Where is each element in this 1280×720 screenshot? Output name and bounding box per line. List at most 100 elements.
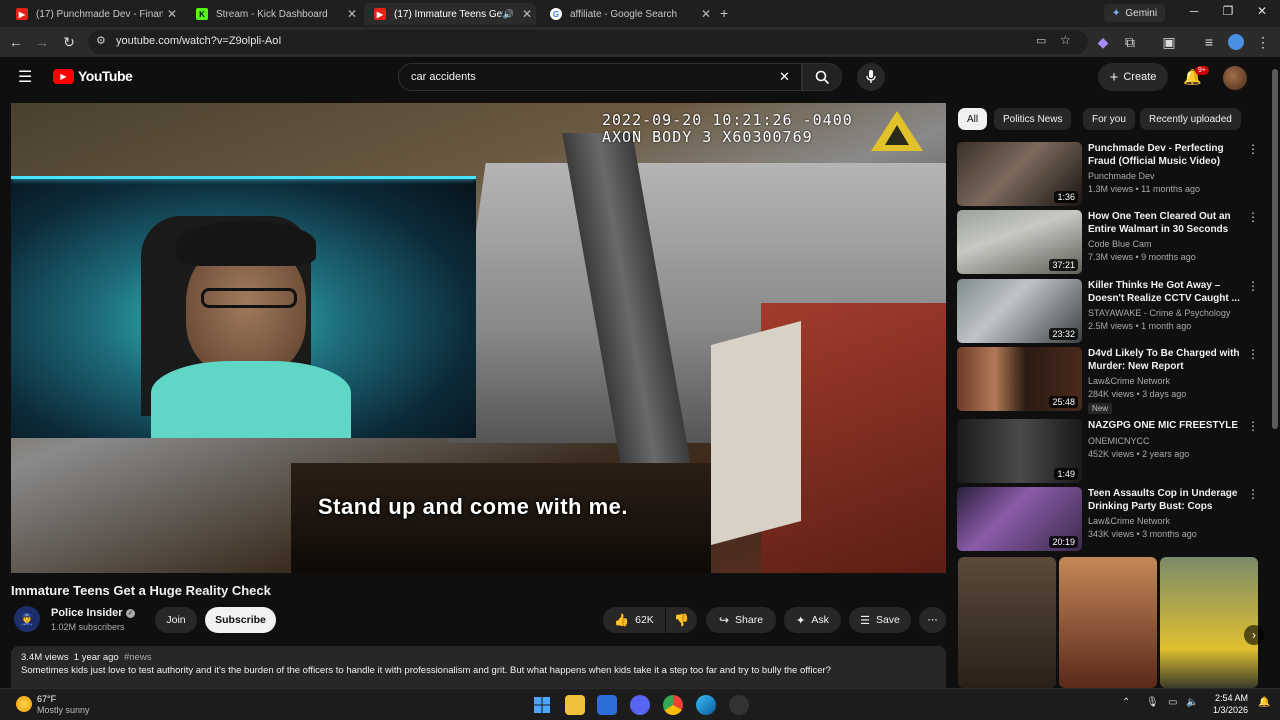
more-actions-button[interactable]: ⋯ [919, 607, 946, 633]
recommended-channel[interactable]: STAYAWAKE - Crime & Psychology [1088, 308, 1230, 318]
join-button[interactable]: Join [155, 607, 197, 633]
edge-icon[interactable] [696, 695, 716, 715]
browser-tab-punchmade[interactable]: ▶ (17) Punchmade Dev - Financia ✕ [6, 3, 181, 25]
extension-icon[interactable]: ◆ [1094, 33, 1112, 51]
windows-start-icon[interactable] [532, 695, 552, 715]
chip-recently-uploaded[interactable]: Recently uploaded [1140, 108, 1241, 130]
shorts-thumbnail[interactable] [958, 557, 1056, 688]
shorts-thumbnail[interactable] [1059, 557, 1157, 688]
save-button[interactable]: ☰ Save [849, 607, 911, 633]
browser-tab-google[interactable]: G affiliate - Google Search ✕ [540, 3, 715, 25]
audio-playing-icon[interactable]: 🔊 [503, 9, 514, 20]
recommended-video[interactable]: 23:32 Killer Thinks He Got Away – Doesn'… [957, 279, 1263, 343]
hashtag-link[interactable]: #news [124, 652, 151, 663]
share-button[interactable]: ↪ Share [706, 607, 776, 633]
voice-search-button[interactable] [857, 63, 885, 91]
notification-center-icon[interactable]: 🔔 [1258, 697, 1270, 708]
new-tab-icon[interactable]: + [720, 5, 728, 21]
close-tab-icon[interactable]: ✕ [697, 7, 715, 21]
minimize-icon[interactable]: ─ [1180, 4, 1208, 22]
create-button[interactable]: + Create [1098, 63, 1168, 91]
maximize-icon[interactable]: ❐ [1214, 4, 1242, 22]
extensions-puzzle-icon[interactable]: ⧉ [1121, 33, 1139, 51]
youtube-logo[interactable]: ▶ YouTube [53, 68, 133, 84]
search-input[interactable]: car accidents ✕ [398, 63, 802, 91]
subscribe-button[interactable]: Subscribe [205, 607, 276, 633]
profile-avatar-icon[interactable] [1228, 34, 1244, 50]
forward-icon[interactable]: → [33, 33, 51, 51]
more-vertical-icon[interactable]: ⋮ [1247, 279, 1259, 293]
video-thumbnail[interactable]: 1:36 [957, 142, 1082, 206]
microphone-tray-icon[interactable]: 🎙 [1146, 697, 1159, 708]
app-icon[interactable] [729, 695, 749, 715]
volume-icon[interactable]: 🔈 [1186, 697, 1198, 708]
cast-icon[interactable]: ▭ [1036, 34, 1046, 47]
recommended-title[interactable]: Punchmade Dev - Perfecting Fraud (Offici… [1088, 142, 1248, 168]
recommended-channel[interactable]: Law&Crime Network [1088, 516, 1170, 526]
recommended-title[interactable]: Killer Thinks He Got Away – Doesn't Real… [1088, 279, 1248, 305]
like-button[interactable]: 👍 62K [603, 607, 665, 633]
recommended-title[interactable]: Teen Assaults Cop in Underage Drinking P… [1088, 487, 1248, 513]
recommended-video[interactable]: 25:48 D4vd Likely To Be Charged with Mur… [957, 347, 1263, 414]
chevron-right-icon[interactable]: › [1244, 625, 1264, 645]
reload-icon[interactable]: ↻ [60, 33, 78, 51]
more-vertical-icon[interactable]: ⋮ [1247, 347, 1259, 361]
browser-tab-current[interactable]: ▶ (17) Immature Teens Get a H 🔊 ✕ [364, 3, 536, 25]
chip-for-you[interactable]: For you [1083, 108, 1135, 130]
ask-button[interactable]: ✦ Ask [784, 607, 841, 633]
media-control-icon[interactable]: ≡ [1200, 33, 1218, 51]
discord-icon[interactable] [630, 695, 650, 715]
dislike-button[interactable]: 👎 [666, 607, 697, 633]
video-thumbnail[interactable]: 37:21 [957, 210, 1082, 274]
bookmark-star-icon[interactable]: ☆ [1060, 33, 1071, 47]
clear-search-icon[interactable]: ✕ [779, 69, 790, 85]
shorts-thumbnail[interactable] [1160, 557, 1258, 688]
search-button[interactable] [802, 63, 842, 91]
browser-menu-icon[interactable]: ⋮ [1254, 33, 1272, 51]
scrollbar-thumb[interactable] [1272, 69, 1278, 429]
file-explorer-icon[interactable] [565, 695, 585, 715]
video-thumbnail[interactable]: 23:32 [957, 279, 1082, 343]
chip-politics-news[interactable]: Politics News [994, 108, 1072, 130]
back-icon[interactable]: ← [7, 33, 25, 51]
clock-time[interactable]: 2:54 AM [1212, 693, 1248, 703]
weather-sun-icon[interactable] [16, 696, 32, 712]
more-vertical-icon[interactable]: ⋮ [1247, 210, 1259, 224]
recommended-channel[interactable]: Law&Crime Network [1088, 376, 1170, 386]
clock-date[interactable]: 1/3/2026 [1206, 705, 1248, 715]
tray-expand-icon[interactable]: ⌃ [1122, 697, 1130, 708]
recommended-video[interactable]: 1:36 Punchmade Dev - Perfecting Fraud (O… [957, 142, 1263, 206]
recommended-channel[interactable]: ONEMICNYCC [1088, 436, 1150, 446]
more-vertical-icon[interactable]: ⋮ [1247, 142, 1259, 156]
recommended-title[interactable]: NAZGPG ONE MIC FREESTYLE [1088, 419, 1248, 432]
video-thumbnail[interactable]: 25:48 [957, 347, 1082, 411]
description-box[interactable]: 3.4M views 1 year ago #news Sometimes ki… [11, 646, 946, 688]
more-vertical-icon[interactable]: ⋮ [1247, 419, 1259, 433]
gemini-button[interactable]: ✦ Gemini [1104, 4, 1166, 22]
channel-name[interactable]: Police Insider [51, 607, 123, 619]
close-tab-icon[interactable]: ✕ [518, 7, 536, 21]
close-tab-icon[interactable]: ✕ [163, 7, 181, 21]
sidebar-toggle-icon[interactable]: ▣ [1160, 33, 1178, 51]
close-tab-icon[interactable]: ✕ [343, 7, 361, 21]
recommended-channel[interactable]: Code Blue Cam [1088, 239, 1152, 249]
recommended-video[interactable]: 1:49 NAZGPG ONE MIC FREESTYLE ONEMICNYCC… [957, 419, 1263, 483]
page-scrollbar[interactable] [1270, 57, 1280, 688]
account-avatar[interactable] [1223, 66, 1247, 90]
recommended-title[interactable]: How One Teen Cleared Out an Entire Walma… [1088, 210, 1248, 236]
recommended-title[interactable]: D4vd Likely To Be Charged with Murder: N… [1088, 347, 1248, 373]
video-thumbnail[interactable]: 20:19 [957, 487, 1082, 551]
recommended-video[interactable]: 20:19 Teen Assaults Cop in Underage Drin… [957, 487, 1263, 551]
browser-tab-kick[interactable]: K Stream - Kick Dashboard ✕ [186, 3, 361, 25]
recommended-channel[interactable]: Punchmade Dev [1088, 171, 1155, 181]
channel-avatar[interactable]: 👮 [14, 606, 40, 632]
more-vertical-icon[interactable]: ⋮ [1247, 487, 1259, 501]
close-window-icon[interactable]: ✕ [1248, 4, 1276, 22]
video-thumbnail[interactable]: 1:49 [957, 419, 1082, 483]
recommended-video[interactable]: 37:21 How One Teen Cleared Out an Entire… [957, 210, 1263, 274]
address-bar[interactable]: ⚙ youtube.com/watch?v=Z9olpli-AoI ▭ ☆ [88, 30, 1088, 54]
microsoft-store-icon[interactable] [597, 695, 617, 715]
site-info-icon[interactable]: ⚙ [96, 34, 106, 47]
network-icon[interactable]: ▭ [1168, 697, 1177, 708]
hamburger-menu-icon[interactable]: ☰ [18, 67, 32, 87]
